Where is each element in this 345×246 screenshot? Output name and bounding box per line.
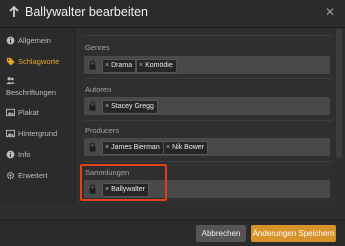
annotation-highlight-box — [80, 164, 167, 201]
save-changes-button[interactable]: Änderungen Speichern — [251, 225, 336, 242]
sidebar-item-label: Hintergrund — [18, 129, 58, 138]
sidebar: Allgemein Schlagworte Beschriftungen Pla… — [0, 28, 76, 204]
info-circle-icon — [6, 150, 15, 159]
gear-icon — [6, 171, 15, 180]
image-icon — [6, 108, 15, 117]
authors-field[interactable]: × Stacey Gregg — [84, 97, 330, 115]
divider — [84, 120, 332, 121]
close-icon[interactable]: ✕ — [325, 5, 335, 19]
image-icon — [6, 129, 15, 138]
producers-field[interactable]: × James Bierman × Nik Bower — [84, 138, 330, 156]
sidebar-item-label: Info — [18, 150, 31, 159]
tag-chip[interactable]: × Stacey Gregg — [102, 100, 158, 114]
tag-label: Drama — [111, 62, 133, 69]
remove-tag-icon[interactable]: × — [139, 62, 143, 69]
tag-icon — [6, 57, 15, 66]
tag-label: Nik Bower — [172, 144, 204, 151]
divider — [84, 35, 332, 36]
tag-chip[interactable]: × Drama — [102, 59, 137, 73]
scrollbar[interactable] — [336, 28, 342, 158]
lock-icon[interactable] — [89, 142, 96, 152]
tag-chip[interactable]: × James Bierman — [102, 141, 164, 155]
sidebar-item-label: Erweitert — [18, 171, 48, 180]
tag-label: Komödie — [145, 62, 173, 69]
genres-field[interactable]: × Drama × Komödie — [84, 56, 330, 74]
remove-tag-icon[interactable]: × — [166, 144, 170, 151]
window-title: Ballywalter bearbeiten — [25, 5, 148, 19]
tag-chip[interactable]: × Nik Bower — [163, 141, 208, 155]
tag-label: James Bierman — [111, 144, 160, 151]
divider — [84, 161, 332, 162]
sidebar-item-label: Allgemein — [18, 36, 51, 45]
authors-label: Autoren — [85, 85, 112, 94]
users-icon — [6, 77, 15, 85]
tag-label: Stacey Gregg — [111, 103, 154, 110]
sidebar-item-label: Schlagworte — [18, 57, 60, 66]
lock-icon[interactable] — [89, 60, 96, 70]
remove-tag-icon[interactable]: × — [105, 103, 109, 110]
info-circle-icon — [6, 36, 15, 45]
sidebar-item-label: Beschriftungen — [6, 88, 57, 97]
lock-icon[interactable] — [89, 101, 96, 111]
genres-label: Genres — [85, 43, 110, 52]
remove-tag-icon[interactable]: × — [105, 62, 109, 69]
sidebar-item-label: Plakat — [18, 108, 39, 117]
back-arrow-icon[interactable] — [7, 4, 21, 20]
title-bar: Ballywalter bearbeiten ✕ — [0, 0, 345, 28]
tag-chip[interactable]: × Komödie — [136, 59, 177, 73]
remove-tag-icon[interactable]: × — [105, 144, 109, 151]
divider — [84, 78, 332, 79]
cancel-button[interactable]: Abbrechen — [196, 225, 246, 242]
dialog-footer: Abbrechen Änderungen Speichern — [0, 219, 345, 246]
producers-label: Producers — [85, 126, 120, 135]
